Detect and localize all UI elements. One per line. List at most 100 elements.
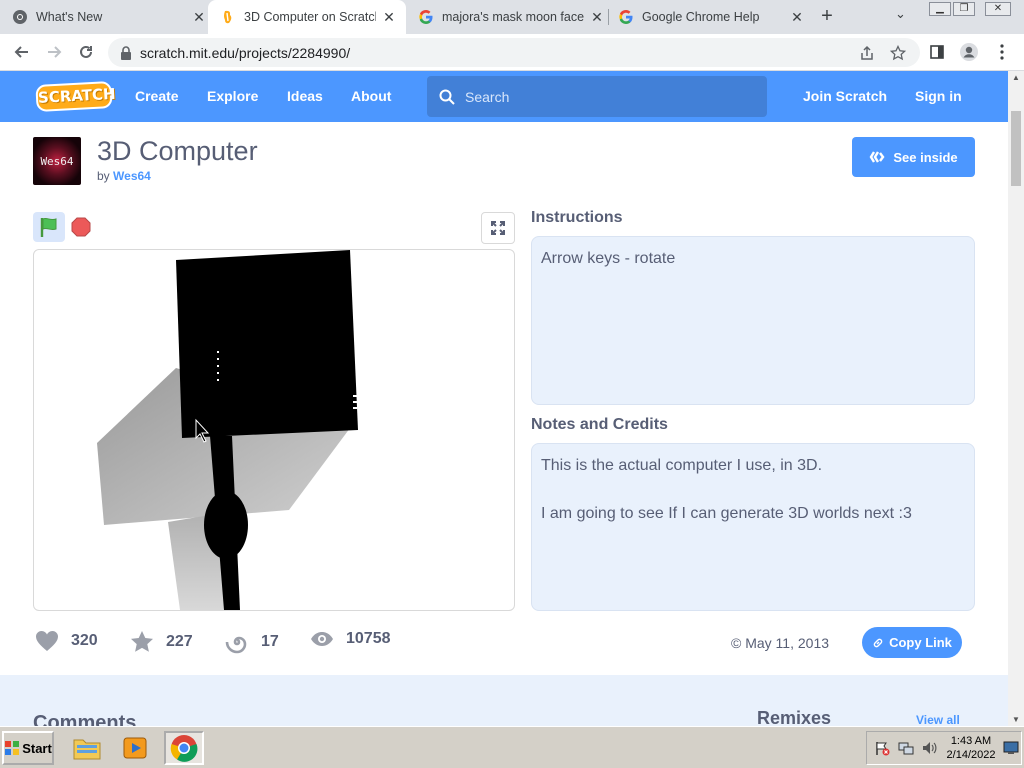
media-player-taskbar-button[interactable]	[115, 731, 155, 765]
remixes-heading: Remixes	[757, 708, 832, 726]
scratch-search-input[interactable]: Search	[427, 76, 767, 117]
fullscreen-button[interactable]	[481, 212, 515, 244]
by-label: by	[97, 169, 110, 183]
network-icon[interactable]	[898, 740, 914, 761]
project-page: Wes64 3D Computer by Wes64 See inside In…	[0, 122, 1008, 726]
maximize-button[interactable]: ❐	[953, 2, 975, 16]
link-icon	[873, 638, 883, 647]
instructions-text: Arrow keys - rotate	[541, 250, 676, 267]
stop-button[interactable]	[69, 215, 93, 239]
chrome-icon	[170, 735, 198, 762]
join-scratch-link[interactable]: Join Scratch	[803, 71, 887, 122]
project-author-line: by Wes64	[97, 169, 151, 183]
show-desktop-icon[interactable]	[1003, 741, 1019, 760]
love-stat[interactable]: 320	[35, 630, 98, 652]
clock[interactable]: 1:43 AM 2/14/2022	[943, 734, 999, 762]
tab-strip: What's New ✕ 3D Computer on Scratch ✕ ma…	[0, 0, 1024, 34]
fullscreen-icon	[491, 221, 505, 235]
stop-sign-icon	[71, 217, 91, 237]
tab-3d-computer[interactable]: 3D Computer on Scratch ✕	[208, 0, 406, 34]
search-placeholder: Search	[465, 88, 510, 105]
forward-button[interactable]	[42, 40, 66, 64]
back-button[interactable]	[10, 40, 34, 64]
remix-count: 17	[261, 633, 279, 650]
share-icon[interactable]	[858, 44, 876, 62]
love-count: 320	[71, 632, 98, 649]
url-text: scratch.mit.edu/projects/2284990/	[140, 44, 351, 61]
close-icon[interactable]: ✕	[788, 9, 806, 26]
notes-heading: Notes and Credits	[531, 416, 668, 433]
window-close-button[interactable]: ✕	[985, 2, 1011, 16]
windows-taskbar: Start 1:43 AM 2/14/2022	[0, 726, 1024, 768]
tab-title: Google Chrome Help	[642, 10, 760, 24]
windows-logo-icon	[5, 741, 20, 755]
see-inside-label: See inside	[893, 149, 958, 165]
see-inside-button[interactable]: See inside	[852, 137, 975, 177]
avatar-label: Wes64	[40, 154, 74, 168]
notes-box: This is the actual computer I use, in 3D…	[531, 443, 975, 611]
chrome-taskbar-button[interactable]	[164, 731, 204, 765]
heart-icon	[36, 631, 58, 651]
favorite-stat[interactable]: 227	[130, 630, 193, 653]
volume-icon[interactable]	[921, 740, 937, 761]
google-icon	[618, 9, 634, 25]
views-count: 10758	[346, 630, 391, 647]
start-button[interactable]: Start	[2, 731, 54, 765]
lock-icon[interactable]	[120, 45, 132, 60]
close-icon[interactable]: ✕	[588, 9, 606, 26]
browser-toolbar: scratch.mit.edu/projects/2284990/	[0, 34, 1024, 71]
sign-in-link[interactable]: Sign in	[915, 71, 962, 122]
share-date-text: May 11, 2013	[745, 635, 830, 651]
scroll-up-arrow-icon[interactable]: ▲	[1012, 73, 1020, 82]
stage-canvas-art	[97, 250, 358, 610]
author-link[interactable]: Wes64	[113, 169, 151, 183]
action-center-flag-icon[interactable]	[874, 740, 890, 761]
scrollbar-thumb[interactable]	[1011, 111, 1021, 186]
bookmark-star-icon[interactable]	[889, 44, 907, 62]
tab-whats-new[interactable]: What's New ✕	[12, 0, 208, 34]
google-icon	[418, 9, 434, 25]
nav-ideas[interactable]: Ideas	[287, 71, 323, 122]
back-arrow-icon	[14, 46, 28, 58]
clock-date: 2/14/2022	[946, 749, 996, 761]
project-title: 3D Computer	[97, 136, 258, 166]
green-flag-button[interactable]	[33, 212, 65, 242]
search-icon	[439, 89, 455, 105]
green-flag-icon	[40, 217, 57, 237]
views-stat: 10758	[310, 630, 391, 648]
notes-line-2: I am going to see If I can generate 3D w…	[541, 505, 912, 522]
page-scrollbar[interactable]: ▲ ▼	[1008, 71, 1024, 726]
profile-icon[interactable]	[959, 42, 979, 62]
scroll-down-arrow-icon[interactable]: ▼	[1012, 715, 1020, 724]
tab-chrome-help[interactable]: Google Chrome Help ✕	[618, 0, 806, 34]
tab-title: What's New	[36, 10, 103, 24]
tab-majoras-mask[interactable]: majora's mask moon face ✕	[418, 0, 606, 34]
address-bar[interactable]: scratch.mit.edu/projects/2284990/	[108, 38, 920, 67]
copy-link-button[interactable]: Copy Link	[862, 627, 962, 658]
nav-create[interactable]: Create	[135, 71, 179, 122]
author-avatar[interactable]: Wes64	[33, 137, 81, 185]
copyright-icon: ©	[731, 635, 742, 651]
close-icon[interactable]: ✕	[190, 9, 208, 26]
minimize-button[interactable]: ▁	[929, 2, 951, 16]
clock-time: 1:43 AM	[950, 735, 992, 747]
reload-icon	[80, 45, 92, 58]
nav-explore[interactable]: Explore	[207, 71, 258, 122]
copy-link-label: Copy Link	[889, 635, 952, 650]
star-icon	[131, 631, 153, 652]
nav-about[interactable]: About	[351, 71, 391, 122]
file-explorer-taskbar-button[interactable]	[67, 731, 107, 765]
start-label: Start	[22, 740, 52, 756]
chevron-down-icon[interactable]: ⌄	[895, 6, 906, 22]
menu-kebab-icon[interactable]	[992, 42, 1012, 62]
new-tab-button[interactable]: +	[816, 5, 838, 27]
system-tray: 1:43 AM 2/14/2022	[866, 731, 1022, 765]
scratch-logo[interactable]: SCRATCH	[35, 81, 116, 112]
reload-button[interactable]	[74, 40, 98, 64]
side-panel-icon[interactable]	[927, 42, 947, 62]
close-icon[interactable]: ✕	[380, 9, 398, 26]
tab-title: 3D Computer on Scratch	[244, 10, 376, 24]
view-all-link[interactable]: View all	[916, 713, 960, 726]
project-stage[interactable]	[33, 249, 515, 611]
notes-line-1: This is the actual computer I use, in 3D…	[541, 457, 823, 474]
